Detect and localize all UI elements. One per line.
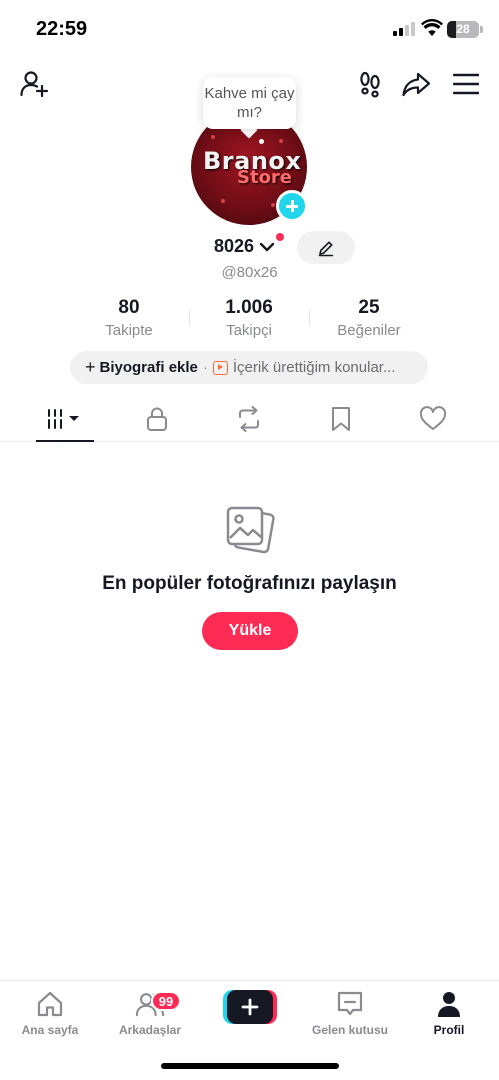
play-icon [212,360,228,375]
avatar-logo-subtext: Store [237,167,293,188]
footprints-icon [360,71,380,98]
menu-button[interactable] [448,66,484,102]
plus-icon [227,990,273,1024]
bubble-dot [259,139,264,144]
friends-badge: 99 [151,991,181,1011]
share-profile-button[interactable] [398,66,434,102]
content-topics-label: İçerik ürettiğim konular... [232,359,396,376]
photos-icon [226,506,275,554]
bio-bar: + Biyografi ekle · İçerik ürettiğim konu… [70,351,428,384]
nav-friends[interactable]: Arkadaşlar 99 [100,989,200,1037]
tab-favorites[interactable] [311,396,371,442]
nav-inbox-label: Gelen kutusu [311,1023,388,1037]
add-friend-button[interactable] [16,66,52,102]
bio-separator: · [202,359,208,376]
repost-icon [239,406,259,432]
tab-reposts[interactable] [219,396,279,442]
stat-followers[interactable]: 1.006 Takipçi [189,297,309,339]
likes-count: 25 [358,297,380,318]
profile-handle: @80x26 [221,264,278,281]
add-bio-label: Biyografi ekle [99,359,198,376]
add-avatar-button[interactable] [276,190,308,222]
account-switcher[interactable]: 8026 [214,233,284,257]
stat-likes[interactable]: 25 Beğeniler [309,297,429,339]
nav-friends-label: Arkadaşlar [118,1023,182,1037]
home-indicator [161,1063,339,1069]
active-tab-indicator [36,440,94,442]
battery-tip [480,26,483,33]
share-arrow-icon [402,72,431,97]
pencil-icon [318,241,334,256]
profile-name: 8026 [214,236,255,256]
nav-inbox[interactable]: Gelen kutusu [300,989,400,1037]
bookmark-icon [332,407,350,431]
status-bar: 22:59 28 [0,0,499,60]
tab-videos[interactable] [35,396,95,442]
wifi-icon [421,19,443,36]
stat-following[interactable]: 80 Takipte [69,297,189,339]
note-bubble-text: Kahve mi çay mı? [204,85,295,121]
followers-count: 1.006 [225,297,273,318]
content-topics-button[interactable]: İçerik ürettiğim konular... [212,359,396,376]
notification-dot [276,233,284,241]
followers-label: Takipçi [226,322,272,339]
nav-profile[interactable]: Profil [399,989,499,1037]
edit-profile-button[interactable] [297,231,355,264]
battery-icon: 28 [447,21,479,38]
lock-icon [147,407,167,431]
home-icon [35,989,65,1019]
heart-icon [419,406,447,430]
signal-icon [393,22,415,36]
hamburger-menu-icon [453,73,479,95]
status-time: 22:59 [36,18,88,40]
add-user-icon [20,71,49,98]
tab-liked[interactable] [403,396,463,442]
following-label: Takipte [105,322,153,339]
profile-icon [434,989,464,1019]
plus-icon: + [85,357,96,377]
note-bubble[interactable]: Kahve mi çay mı? [203,77,296,129]
chevron-down-icon [259,242,275,251]
add-bio-button[interactable]: + Biyografi ekle [85,357,198,378]
videos-grid-icon [48,409,79,429]
following-count: 80 [118,297,140,318]
battery-percent: 28 [456,22,470,36]
likes-label: Beğeniler [337,322,401,339]
upload-button[interactable]: Yükle [202,612,298,650]
nav-home-label: Ana sayfa [21,1023,79,1037]
profile-tabs [0,396,499,442]
inbox-icon [335,989,365,1019]
nav-profile-label: Profil [433,1023,465,1037]
profile-views-button[interactable] [352,66,388,102]
create-button[interactable] [223,990,277,1024]
tab-private[interactable] [127,396,187,442]
empty-state-title: En popüler fotoğrafınızı paylaşın [102,573,397,594]
nav-home[interactable]: Ana sayfa [0,989,100,1037]
